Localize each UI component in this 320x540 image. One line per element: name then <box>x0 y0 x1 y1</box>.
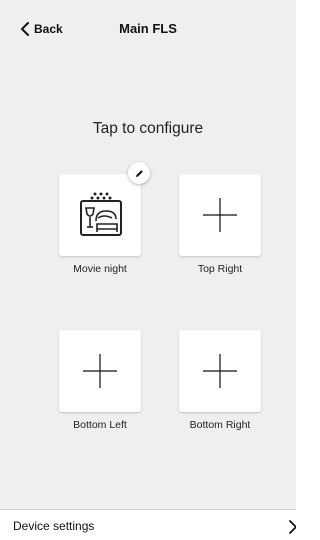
tile-label-bottom-left: Bottom Left <box>73 419 127 431</box>
tile-label-movie-night: Movie night <box>73 263 127 275</box>
plus-icon <box>83 354 117 388</box>
screen: Back Main FLS Tap to configure Movie nig… <box>0 0 296 540</box>
plus-icon <box>203 198 237 232</box>
instruction-text: Tap to configure <box>92 120 204 137</box>
tile-bottom-right[interactable] <box>179 330 261 412</box>
header: Back Main FLS <box>0 0 296 58</box>
tile-top-right[interactable] <box>179 174 261 256</box>
tile-movie-night[interactable] <box>59 174 141 256</box>
page-title: Main FLS <box>119 21 177 36</box>
chevron-right-icon <box>289 520 296 534</box>
tile-label-bottom-right: Bottom Right <box>189 419 251 431</box>
pencil-icon <box>135 169 143 177</box>
device-settings-label: Device settings <box>13 519 95 533</box>
edit-badge[interactable] <box>128 162 150 184</box>
movie-night-scene-icon <box>80 192 122 236</box>
device-settings-row[interactable]: Device settings <box>0 509 296 540</box>
tile-bottom-left[interactable] <box>59 330 141 412</box>
tile-label-top-right: Top Right <box>197 263 243 275</box>
plus-icon <box>203 354 237 388</box>
